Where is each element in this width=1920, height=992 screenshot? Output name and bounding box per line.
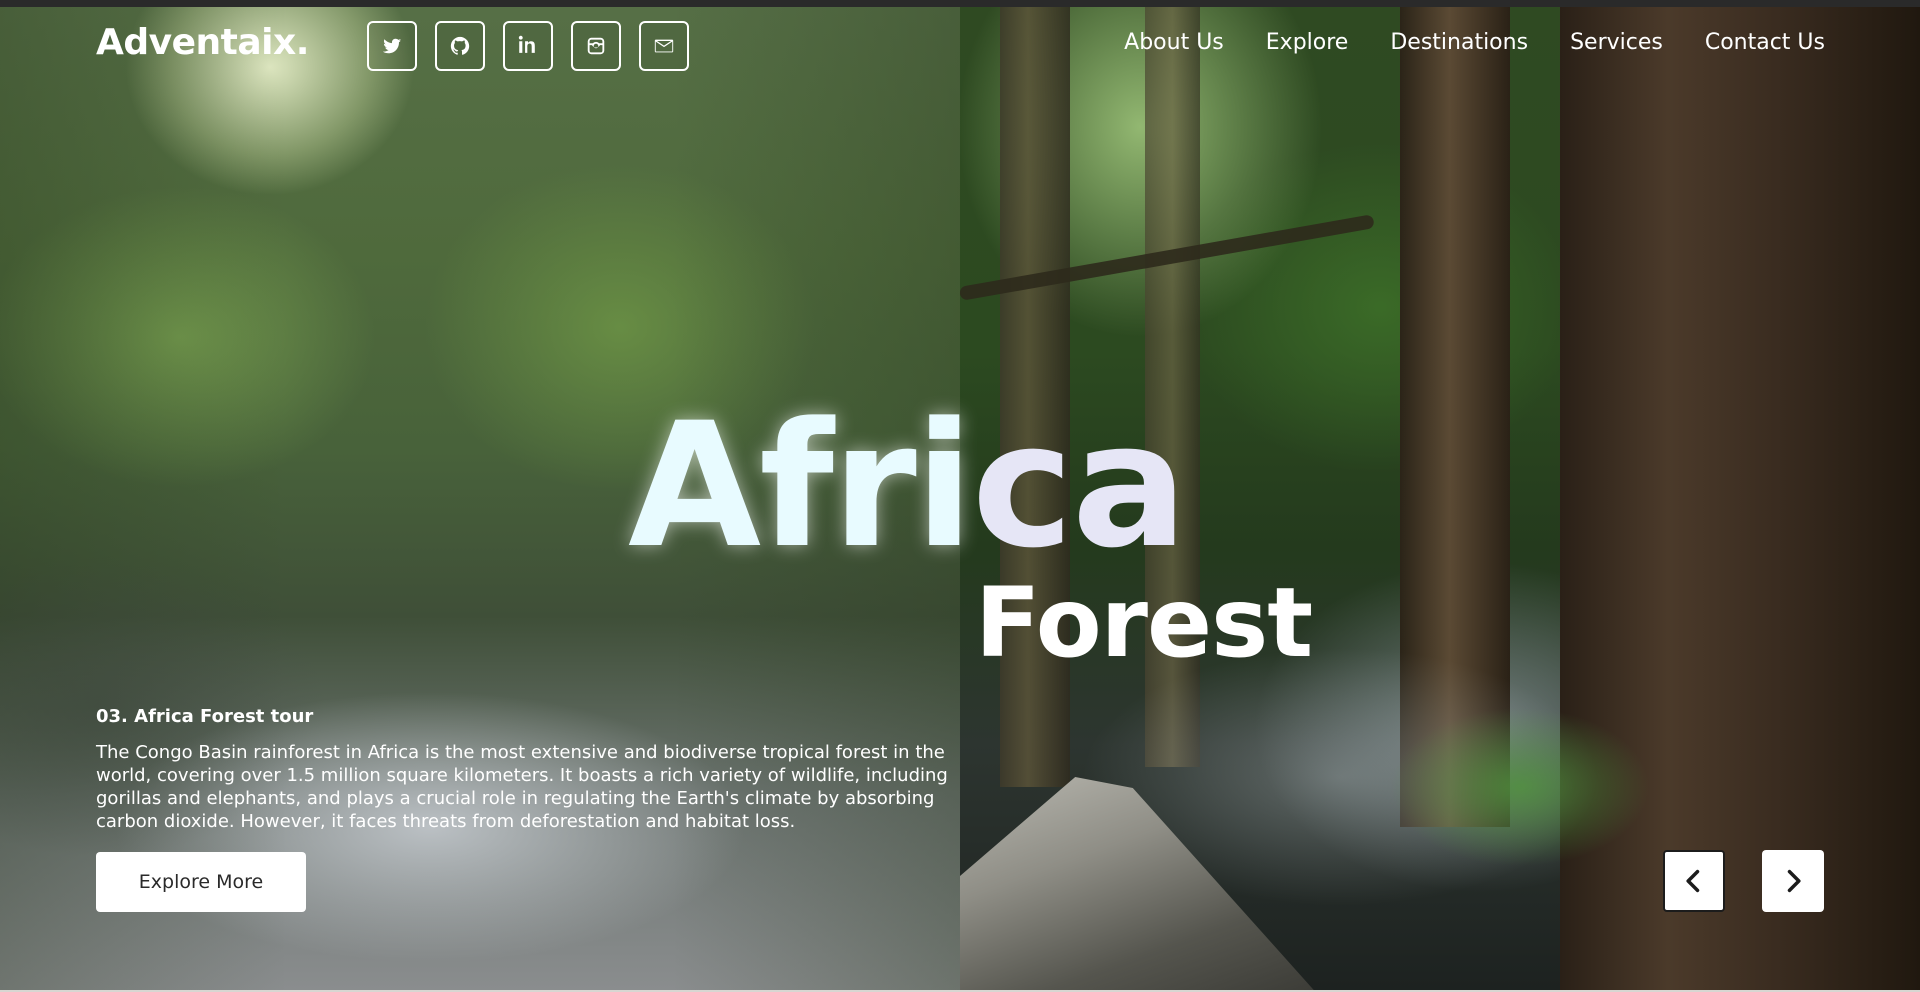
social-links: [367, 21, 689, 71]
linkedin-icon[interactable]: [503, 21, 553, 71]
mail-icon[interactable]: [639, 21, 689, 71]
main-navigation: About Us Explore Destinations Services C…: [1124, 30, 1825, 55]
site-logo[interactable]: Adventaix.: [96, 22, 309, 63]
nav-services[interactable]: Services: [1570, 30, 1663, 55]
chevron-right-icon: [1787, 869, 1801, 893]
instagram-icon[interactable]: [571, 21, 621, 71]
nav-about-us[interactable]: About Us: [1124, 30, 1224, 55]
nav-destinations[interactable]: Destinations: [1390, 30, 1528, 55]
explore-more-button[interactable]: Explore More: [96, 852, 306, 912]
hero-title-part1: Afri: [628, 385, 974, 586]
hero-subtitle: Forest: [975, 567, 1313, 679]
hero-title-part2: ca: [971, 385, 1188, 586]
window-top-edge: [0, 0, 1920, 7]
twitter-icon[interactable]: [367, 21, 417, 71]
tour-title: 03. Africa Forest tour: [96, 706, 314, 727]
carousel-prev-button[interactable]: [1663, 850, 1725, 912]
nav-explore[interactable]: Explore: [1266, 30, 1349, 55]
chevron-left-icon: [1686, 869, 1700, 893]
fern-foliage: [1390, 707, 1650, 867]
hero-title: Africa: [628, 400, 1188, 572]
nav-contact-us[interactable]: Contact Us: [1705, 30, 1825, 55]
carousel-next-button[interactable]: [1762, 850, 1824, 912]
tour-description: The Congo Basin rainforest in Africa is …: [96, 742, 948, 832]
github-icon[interactable]: [435, 21, 485, 71]
